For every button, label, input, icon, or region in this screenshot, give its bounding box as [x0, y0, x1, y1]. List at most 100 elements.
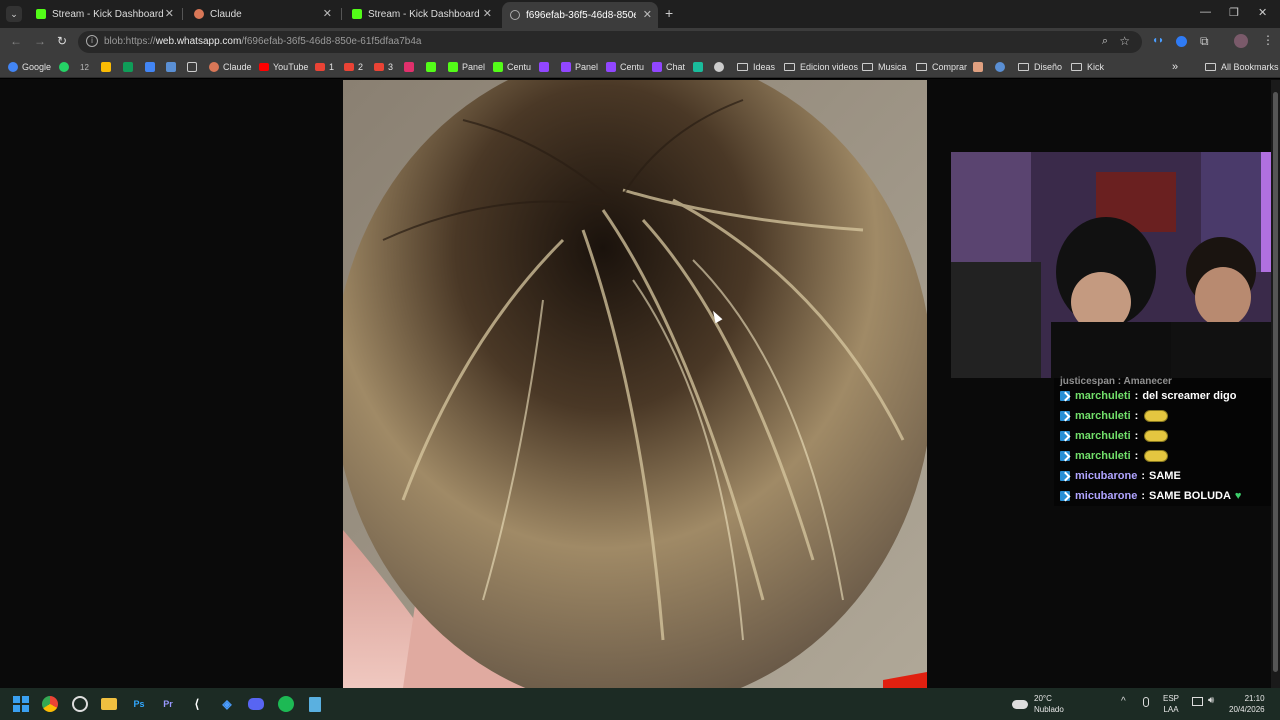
cloud-icon: [1012, 699, 1028, 709]
bookmark-12[interactable]: 12: [80, 60, 89, 74]
bookmark-claude[interactable]: Claude: [209, 60, 252, 74]
spotify-icon[interactable]: [276, 694, 296, 714]
bookmark-gmail-2[interactable]: 2: [344, 60, 363, 74]
tab-whatsapp-blob[interactable]: f696efab-36f5-46d8-850e-61f5 ✕: [502, 2, 658, 28]
bookmark-folder-comprar[interactable]: Comprar: [916, 60, 967, 74]
media-image-viewer[interactable]: [343, 80, 927, 688]
close-icon[interactable]: ✕: [165, 7, 174, 20]
bookmark-green-app[interactable]: [693, 60, 707, 74]
folder-icon: [737, 63, 748, 71]
bookmark-kick[interactable]: [426, 60, 440, 74]
google-icon: [8, 62, 18, 72]
file-explorer-icon[interactable]: [99, 694, 119, 714]
new-tab-button[interactable]: +: [665, 5, 673, 21]
tab-claude[interactable]: Claude ✕: [186, 3, 338, 25]
menu-kebab-icon[interactable]: ⋮: [1262, 33, 1274, 47]
sourcetree-icon[interactable]: ◈: [217, 694, 237, 714]
kick-icon: [448, 62, 458, 72]
volume-icon[interactable]: 🔊︎: [1208, 695, 1214, 706]
green-heart-icon: ♥: [1234, 490, 1242, 502]
address-bar[interactable]: i blob:https://web.whatsapp.com/f696efab…: [78, 31, 1142, 53]
bookmark-twitch-centu[interactable]: Centu: [606, 60, 644, 74]
bookmark-instagram[interactable]: [404, 60, 418, 74]
globe-icon: [510, 10, 520, 20]
back-icon[interactable]: ←: [10, 34, 22, 48]
input-language[interactable]: ESP LAA: [1163, 693, 1179, 715]
kick-icon: [493, 62, 503, 72]
bookmark-lady[interactable]: [973, 60, 987, 74]
extension-blue-icon[interactable]: [1176, 36, 1187, 47]
scrollbar-thumb[interactable]: [1273, 92, 1278, 672]
forward-icon[interactable]: →: [34, 34, 46, 48]
tray-overflow-icon[interactable]: ^: [1121, 696, 1126, 707]
site-info-icon[interactable]: i: [86, 35, 98, 47]
windows-start-icon[interactable]: [11, 694, 31, 714]
folder-icon: [1205, 63, 1216, 71]
tab-stream-kick-dashboard-2[interactable]: Stream - Kick Dashboard ✕: [344, 3, 498, 25]
minimize-icon[interactable]: —: [1200, 6, 1211, 18]
bookmark-folder-kick[interactable]: Kick: [1071, 60, 1104, 74]
kick-icon: [36, 9, 46, 19]
zoom-icon[interactable]: ⌕: [1102, 35, 1108, 48]
bookmark-mail[interactable]: [166, 60, 180, 74]
bookmark-twitch-chat[interactable]: Chat: [652, 60, 685, 74]
chrome-icon[interactable]: [40, 694, 60, 714]
capcut-icon[interactable]: ⟨: [187, 694, 207, 714]
close-icon[interactable]: ✕: [643, 8, 652, 21]
youtube-icon: [259, 63, 269, 71]
tab-search-button[interactable]: ⌄: [6, 6, 22, 22]
page-scrollbar[interactable]: [1271, 80, 1280, 688]
bookmark-kick-centu[interactable]: Centu: [493, 60, 531, 74]
bookmarks-bar: Google 12 Claude YouTube 1 2 3 Panel Cen…: [0, 56, 1280, 78]
bookmark-gmail-3[interactable]: 3: [374, 60, 393, 74]
bookmark-pill[interactable]: [995, 60, 1009, 74]
weather-widget[interactable]: 20°C Nublado: [1012, 693, 1064, 715]
chat-message: marchuleti:: [1060, 427, 1169, 445]
discord-icon[interactable]: [246, 694, 266, 714]
photoshop-icon[interactable]: Ps: [129, 694, 149, 714]
more-bookmarks-icon[interactable]: »: [1172, 60, 1178, 74]
premiere-icon[interactable]: Pr: [158, 694, 178, 714]
bookmark-gmail-1[interactable]: 1: [315, 60, 334, 74]
obs-icon[interactable]: [70, 694, 90, 714]
bookmark-twitch-panel[interactable]: Panel: [561, 60, 598, 74]
tab-title: Stream - Kick Dashboard: [52, 8, 164, 20]
clock[interactable]: 21:10 20/4/2026: [1229, 693, 1265, 715]
network-icon[interactable]: [1192, 697, 1203, 706]
profile-avatar[interactable]: [1234, 34, 1248, 48]
close-icon[interactable]: ✕: [323, 7, 332, 20]
all-bookmarks-folder[interactable]: All Bookmarks: [1205, 60, 1279, 74]
bookmark-drive[interactable]: [101, 60, 115, 74]
docs-icon: [145, 62, 155, 72]
bookmark-google[interactable]: Google: [8, 60, 51, 74]
tab-title: Stream - Kick Dashboard: [368, 8, 480, 20]
bookmark-folder-musica[interactable]: Musica: [862, 60, 907, 74]
drive-icon: [101, 62, 111, 72]
restore-icon[interactable]: ❐: [1229, 6, 1239, 19]
bookmark-discord[interactable]: [714, 60, 728, 74]
webcam-overlay: [951, 152, 1280, 378]
extensions-puzzle-icon[interactable]: ⧉: [1200, 34, 1209, 49]
twitch-icon: [539, 62, 549, 72]
pill-icon: [995, 62, 1005, 72]
notepad-icon[interactable]: [305, 694, 325, 714]
bookmark-docs[interactable]: [145, 60, 159, 74]
bookmark-whatsapp[interactable]: [59, 60, 73, 74]
close-icon[interactable]: ✕: [483, 7, 492, 20]
bookmark-folder-diseno[interactable]: Diseño: [1018, 60, 1062, 74]
chat-message: marchuleti:: [1060, 407, 1169, 425]
bookmark-youtube[interactable]: YouTube: [259, 60, 308, 74]
bookmark-folder-edicion-videos[interactable]: Edicion videos: [784, 60, 858, 74]
bookmark-folder-ideas[interactable]: Ideas: [737, 60, 775, 74]
bookmark-twitch[interactable]: [539, 60, 553, 74]
tab-stream-kick-dashboard-1[interactable]: Stream - Kick Dashboard ✕: [28, 3, 180, 25]
extension-audio-icon[interactable]: ◖◗: [1152, 35, 1164, 46]
claude-icon: [194, 9, 204, 19]
bookmark-gemini[interactable]: [187, 60, 201, 74]
bookmark-kick-panel[interactable]: Panel: [448, 60, 485, 74]
bookmark-sheets[interactable]: [123, 60, 137, 74]
window-close-icon[interactable]: ✕: [1258, 6, 1267, 19]
microphone-icon[interactable]: [1143, 697, 1149, 707]
bookmark-star-icon[interactable]: ☆: [1119, 34, 1130, 48]
reload-icon[interactable]: ↻: [57, 34, 67, 48]
